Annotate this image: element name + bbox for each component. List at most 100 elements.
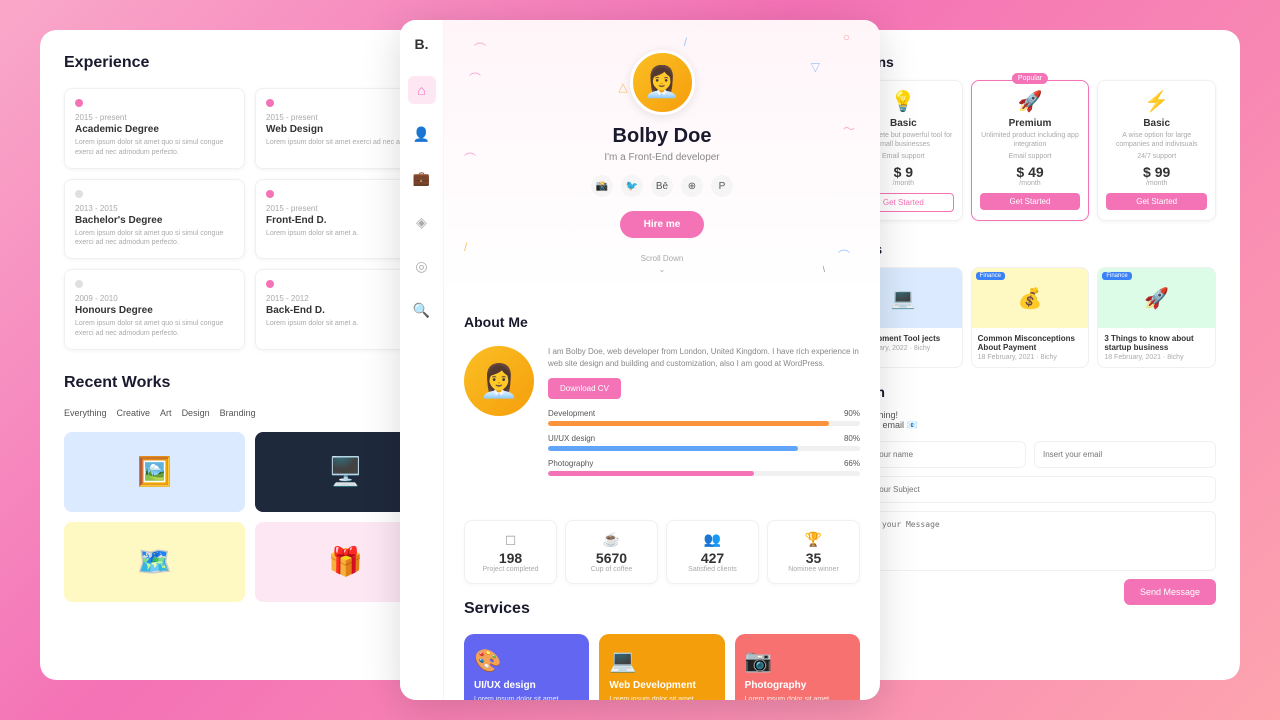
service-name: Web Development bbox=[609, 680, 714, 691]
filter-art[interactable]: Art bbox=[160, 408, 172, 418]
skill-name: Photography bbox=[548, 459, 593, 468]
deco-slash-2: / bbox=[464, 240, 467, 254]
works-grid: 🖼️ 🖥️ 🗺️ 🎁 bbox=[64, 432, 436, 602]
scroll-down-icon: ⌄ bbox=[659, 265, 666, 274]
about-title: About Me bbox=[464, 314, 860, 330]
skill-uxdesign: UI/UX design 80% bbox=[548, 434, 860, 451]
stat-icon: ◻ bbox=[469, 531, 552, 548]
post-item-3[interactable]: Finance 🚀 3 Things to know about startup… bbox=[1097, 267, 1216, 368]
posts-grid: Sale 💻 Development Tool jects 18 Februar… bbox=[844, 267, 1216, 368]
stat-icon: 👥 bbox=[671, 531, 754, 548]
sidebar-item-search[interactable]: 🔍 bbox=[408, 296, 436, 324]
social-twitter[interactable]: 🐦 bbox=[621, 175, 643, 197]
social-dribbble[interactable]: ⊕ bbox=[681, 175, 703, 197]
pricing-title: g Plans bbox=[844, 54, 1216, 70]
deco-circle: ○ bbox=[843, 30, 850, 44]
price-amount: $ 49 bbox=[980, 164, 1081, 180]
sidebar-item-profile[interactable]: 👤 bbox=[408, 120, 436, 148]
price-icon: ⚡ bbox=[1106, 89, 1207, 114]
get-started-btn-3[interactable]: Get Started bbox=[1106, 193, 1207, 210]
stat-icon: ☕ bbox=[570, 531, 653, 548]
stat-num: 427 bbox=[671, 550, 754, 566]
service-icon: 🎨 bbox=[474, 648, 579, 674]
service-webdev: 💻 Web Development Lorem ipsum dolor sit … bbox=[599, 634, 724, 700]
touch-email-input[interactable] bbox=[1034, 441, 1216, 468]
download-cv-button[interactable]: Download CV bbox=[548, 378, 621, 399]
exp-desc: Lorem ipsum dolor sit amet quo si simul … bbox=[75, 229, 234, 249]
send-message-button[interactable]: Send Message bbox=[1124, 579, 1216, 605]
posts-section: Posts Sale 💻 Development Tool jects 18 F… bbox=[844, 241, 1216, 368]
touch-form: Send Message bbox=[844, 441, 1216, 605]
stat-coffee: ☕ 5670 Cup of coffee bbox=[565, 520, 658, 584]
service-icon: 💻 bbox=[609, 648, 714, 674]
exp-dot bbox=[75, 99, 83, 107]
stat-projects: ◻ 198 Project completed bbox=[464, 520, 557, 584]
stats-row: ◻ 198 Project completed ☕ 5670 Cup of co… bbox=[444, 520, 880, 600]
popular-badge: Popular bbox=[1012, 73, 1048, 84]
hire-me-button[interactable]: Hire me bbox=[620, 211, 705, 238]
deco-triangle-down: ▽ bbox=[811, 60, 820, 74]
work-item-3[interactable]: 🗺️ bbox=[64, 522, 245, 602]
stat-label: Cup of coffee bbox=[570, 566, 653, 573]
social-instagram[interactable]: 📸 bbox=[591, 175, 613, 197]
posts-title: Posts bbox=[844, 241, 1216, 257]
touch-message-textarea[interactable] bbox=[844, 511, 1216, 571]
stat-label: Nominee winner bbox=[772, 566, 855, 573]
filter-design[interactable]: Design bbox=[182, 408, 210, 418]
exp-desc: Lorem ipsum dolor sit amet quo si simul … bbox=[75, 319, 234, 339]
price-amount: $ 99 bbox=[1106, 164, 1207, 180]
social-icons-row: 📸 🐦 Bē ⊕ P bbox=[464, 175, 860, 197]
service-desc: Lorem ipsum dolor sit amet consectetur a… bbox=[745, 695, 850, 700]
exp-dot bbox=[75, 190, 83, 198]
experience-grid: 2015 - present Academic Degree Lorem ips… bbox=[64, 88, 436, 350]
price-card-basic2: ⚡ Basic A wise option for large companie… bbox=[1097, 80, 1216, 221]
experience-title: Experience bbox=[64, 54, 436, 72]
post-item-2[interactable]: Finance 💰 Common Misconceptions About Pa… bbox=[971, 267, 1090, 368]
exp-dot bbox=[266, 190, 274, 198]
filter-branding[interactable]: Branding bbox=[220, 408, 256, 418]
exp-item-1: 2015 - present Academic Degree Lorem ips… bbox=[64, 88, 245, 169]
exp-item-5: 2009 - 2010 Honours Degree Lorem ipsum d… bbox=[64, 269, 245, 350]
skill-header: Photography 66% bbox=[548, 459, 860, 468]
skill-percent: 90% bbox=[844, 409, 860, 418]
skill-name: UI/UX design bbox=[548, 434, 595, 443]
skill-fill bbox=[548, 421, 829, 426]
price-icon: 🚀 bbox=[980, 89, 1081, 114]
touch-subject-input[interactable] bbox=[844, 476, 1216, 503]
work-item-1[interactable]: 🖼️ bbox=[64, 432, 245, 512]
touch-name-email-row bbox=[844, 441, 1216, 468]
sidebar-item-home[interactable]: ⌂ bbox=[408, 76, 436, 104]
touch-section: Touch ut everything! Send me email 📧 Sen… bbox=[844, 384, 1216, 605]
services-title: Services bbox=[464, 600, 860, 618]
sidebar-item-work[interactable]: 💼 bbox=[408, 164, 436, 192]
scroll-down: Scroll Down ⌄ bbox=[464, 254, 860, 274]
skill-percent: 66% bbox=[844, 459, 860, 468]
get-started-btn-2[interactable]: Get Started bbox=[980, 193, 1081, 210]
post-meta: 18 February, 2021 · 8ichy bbox=[1098, 354, 1215, 367]
exp-role: Bachelor's Degree bbox=[75, 215, 234, 226]
service-desc: Lorem ipsum dolor sit amet consectetur a… bbox=[474, 695, 579, 700]
social-pinterest[interactable]: P bbox=[711, 175, 733, 197]
exp-dot bbox=[266, 280, 274, 288]
exp-item-3: 2013 - 2015 Bachelor's Degree Lorem ipsu… bbox=[64, 179, 245, 260]
skill-development: Development 90% bbox=[548, 409, 860, 426]
price-desc: A wise option for large companies and in… bbox=[1106, 131, 1207, 149]
social-behance[interactable]: Bē bbox=[651, 175, 673, 197]
sidebar-item-location[interactable]: ◎ bbox=[408, 252, 436, 280]
sidebar-item-layers[interactable]: ◈ bbox=[408, 208, 436, 236]
post-meta: 18 February, 2021 · 8ichy bbox=[972, 354, 1089, 367]
skill-name: Development bbox=[548, 409, 595, 418]
center-inner: B. ⌂ 👤 💼 ◈ ◎ 🔍 ⌒ / ○ ⌒ △ ▽ bbox=[400, 20, 880, 700]
skill-header: UI/UX design 80% bbox=[548, 434, 860, 443]
right-card: g Plans 💡 Basic A complete but powerful … bbox=[820, 30, 1240, 680]
filter-creative[interactable]: Creative bbox=[117, 408, 151, 418]
service-name: UI/UX design bbox=[474, 680, 579, 691]
post-title: 3 Things to know about startup business bbox=[1098, 328, 1215, 354]
stat-clients: 👥 427 Satisfied clients bbox=[666, 520, 759, 584]
price-card-premium: Popular 🚀 Premium Unlimited product incl… bbox=[971, 80, 1090, 221]
hero-avatar: 👩‍💼 bbox=[630, 50, 695, 115]
skill-fill bbox=[548, 471, 754, 476]
filter-everything[interactable]: Everything bbox=[64, 408, 107, 418]
exp-date: 2013 - 2015 bbox=[75, 204, 234, 213]
service-name: Photography bbox=[745, 680, 850, 691]
